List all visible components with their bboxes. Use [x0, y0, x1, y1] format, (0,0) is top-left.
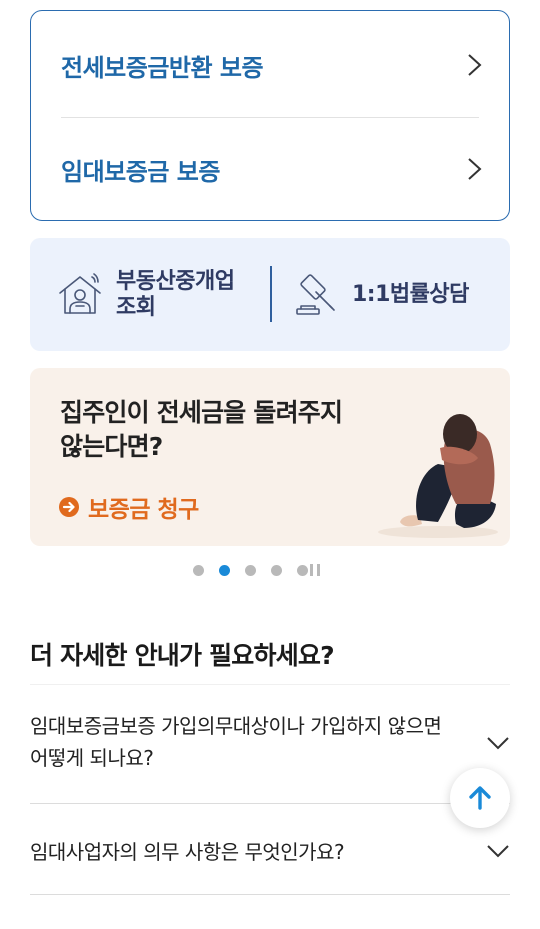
- deposit-claim-banner[interactable]: 집주인이 전세금을 돌려주지 않는다면? 보증금 청구: [30, 368, 510, 546]
- quick-links-panel: 부동산중개업 조회 1:1법률상담: [30, 238, 510, 351]
- page: 전세보증금반환 보증 임대보증금 보증 부동산중개업 조회 1:1법률상담 집주…: [0, 0, 540, 929]
- faq-item[interactable]: 임대보증금보증 가입의무대상이나 가입하지 않으면 어떻게 되나요?: [30, 700, 510, 804]
- legal-consult-label: 1:1법률상담: [352, 281, 469, 307]
- quick-links-divider: [270, 266, 272, 322]
- banner-title: 집주인이 전세금을 돌려주지 않는다면?: [60, 398, 343, 461]
- pager-dot[interactable]: [193, 564, 204, 576]
- guarantee-card: 전세보증금반환 보증 임대보증금 보증: [30, 10, 510, 221]
- broker-lookup-button[interactable]: 부동산중개업 조회: [56, 238, 266, 351]
- divider: [30, 894, 510, 895]
- faq-heading: 더 자세한 안내가 필요하세요?: [30, 641, 335, 670]
- faq-question: 임대보증금보증 가입의무대상이나 가입하지 않으면 어떻게 되나요?: [30, 714, 442, 770]
- gavel-icon: [296, 273, 335, 315]
- broker-lookup-label: 부동산중개업 조회: [116, 268, 235, 320]
- scroll-to-top-button[interactable]: [450, 768, 510, 828]
- pager-dot[interactable]: [297, 564, 308, 576]
- divider: [30, 684, 510, 685]
- house-agent-icon: [59, 272, 101, 314]
- pager-dot-active[interactable]: [219, 564, 230, 576]
- jeonse-deposit-return-guarantee-label: 전세보증금반환 보증: [61, 53, 264, 82]
- pause-icon[interactable]: [308, 562, 322, 578]
- pager-dot[interactable]: [271, 564, 282, 576]
- jeonse-deposit-return-guarantee-link[interactable]: 전세보증금반환 보증: [31, 13, 509, 117]
- faq-question: 임대사업자의 의무 사항은 무엇인가요?: [30, 840, 345, 864]
- arrow-up-icon: [469, 786, 491, 810]
- banner-pager: [193, 562, 322, 578]
- legal-consult-button[interactable]: 1:1법률상담: [292, 238, 502, 351]
- chevron-down-icon: [487, 845, 509, 858]
- sad-person-illustration: [378, 414, 498, 538]
- deposit-claim-link[interactable]: 보증금 청구: [58, 490, 199, 524]
- chevron-down-icon: [487, 737, 509, 750]
- rental-deposit-guarantee-link[interactable]: 임대보증금 보증: [31, 117, 509, 221]
- arrow-circle-right-icon: [59, 497, 79, 517]
- rental-deposit-guarantee-label: 임대보증금 보증: [61, 157, 220, 186]
- divider: [30, 803, 510, 804]
- pager-dot[interactable]: [245, 564, 256, 576]
- chevron-right-icon: [468, 158, 482, 180]
- deposit-claim-label: 보증금 청구: [88, 497, 199, 523]
- chevron-right-icon: [468, 54, 482, 76]
- faq-item[interactable]: 임대사업자의 의무 사항은 무엇인가요?: [30, 806, 510, 896]
